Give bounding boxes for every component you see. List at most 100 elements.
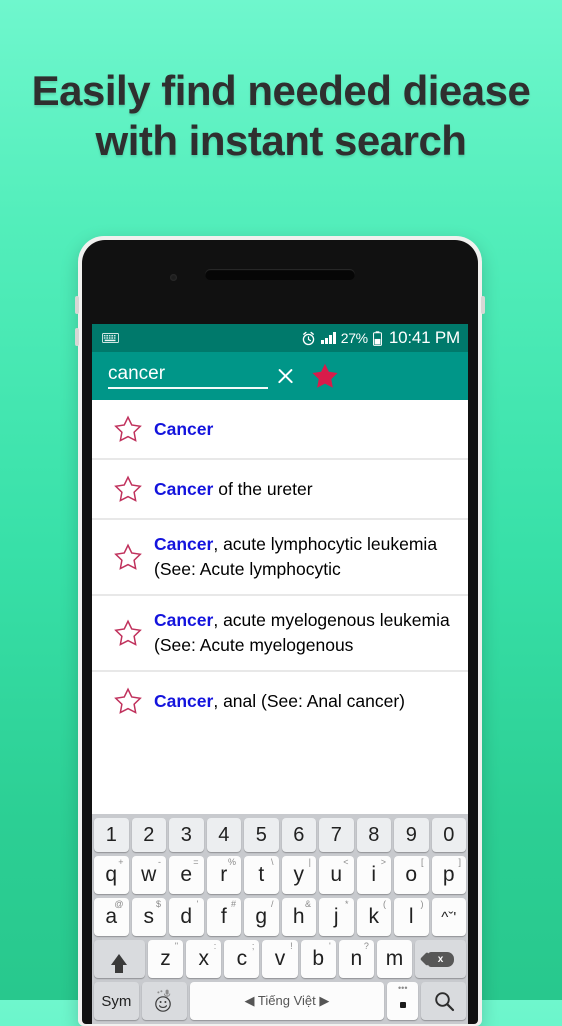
star-outline-icon[interactable] bbox=[106, 414, 150, 444]
result-label: Cancer, anal (See: Anal cancer) bbox=[150, 689, 458, 714]
result-highlight: Cancer bbox=[154, 534, 214, 554]
key-p[interactable]: ] p bbox=[431, 856, 466, 894]
phone-screen: 27% 10:41 PM cancer Cancer Cancer of the… bbox=[92, 324, 468, 1024]
key-k-label: k bbox=[368, 905, 380, 928]
emoji-mic-icon[interactable] bbox=[141, 982, 187, 1020]
key-a[interactable]: @ a bbox=[94, 898, 129, 936]
star-outline-icon[interactable] bbox=[106, 474, 150, 504]
key-f-sup: # bbox=[230, 899, 236, 909]
virtual-keyboard[interactable]: 1 2 3 4 5 6 7 8 9 0 + q -w = e % r \ t |… bbox=[92, 814, 468, 1024]
key-0[interactable]: 0 bbox=[431, 818, 466, 852]
key-h[interactable]: & h bbox=[281, 898, 316, 936]
key-x-label: x bbox=[198, 947, 209, 970]
key-v[interactable]: ! v bbox=[262, 940, 298, 978]
table-row[interactable]: Cancer, acute myelogenous leukemia (See:… bbox=[92, 596, 468, 670]
key-6[interactable]: 6 bbox=[281, 818, 316, 852]
key-o-label: o bbox=[405, 863, 418, 886]
shift-arrow-icon[interactable] bbox=[93, 940, 145, 978]
key-z[interactable]: " z bbox=[147, 940, 184, 978]
table-row[interactable]: Cancer, anal (See: Anal cancer) bbox=[92, 672, 468, 730]
key-e-sup: = bbox=[193, 857, 199, 867]
key-r[interactable]: % r bbox=[206, 856, 241, 894]
key-r-sup: % bbox=[227, 857, 236, 867]
key-t[interactable]: \ t bbox=[244, 856, 279, 894]
key-i-label: i bbox=[371, 863, 377, 886]
search-icon[interactable] bbox=[421, 982, 467, 1020]
signal-bars-icon bbox=[320, 332, 336, 344]
key-diacritics[interactable]: ^ˇ' bbox=[431, 898, 466, 936]
key-period-sup: ••• bbox=[398, 983, 408, 993]
key-9[interactable]: 9 bbox=[394, 818, 429, 852]
key-g-label: g bbox=[255, 905, 268, 928]
key-i-sup: > bbox=[380, 857, 386, 867]
key-f[interactable]: # f bbox=[206, 898, 241, 936]
table-row[interactable]: Cancer, acute lymphocytic leukemia (See:… bbox=[92, 520, 468, 594]
star-outline-icon[interactable] bbox=[106, 542, 150, 572]
backspace-glyph: x bbox=[427, 951, 454, 967]
key-2[interactable]: 2 bbox=[131, 818, 166, 852]
key-q[interactable]: + q bbox=[94, 856, 129, 894]
star-outline-icon[interactable] bbox=[106, 618, 150, 648]
key-n[interactable]: ? n bbox=[338, 940, 374, 978]
key-w[interactable]: -w bbox=[131, 856, 166, 894]
key-v-label: v bbox=[274, 947, 286, 970]
key-x[interactable]: :x bbox=[186, 940, 222, 978]
key-b[interactable]: ' b bbox=[300, 940, 336, 978]
key-l-sup: ) bbox=[420, 899, 424, 909]
key-3[interactable]: 3 bbox=[169, 818, 204, 852]
key-e[interactable]: = e bbox=[169, 856, 204, 894]
key-7[interactable]: 7 bbox=[319, 818, 354, 852]
key-r-label: r bbox=[220, 863, 228, 886]
key-u[interactable]: < u bbox=[319, 856, 354, 894]
backspace-icon[interactable]: x bbox=[415, 940, 467, 978]
key-i[interactable]: > i bbox=[356, 856, 391, 894]
key-j[interactable]: * j bbox=[319, 898, 354, 936]
star-outline-icon[interactable] bbox=[106, 686, 150, 716]
key-s[interactable]: $ s bbox=[131, 898, 166, 936]
key-l[interactable]: ) l bbox=[394, 898, 429, 936]
key-c[interactable]: ; c bbox=[224, 940, 260, 978]
key-period[interactable]: ••• bbox=[387, 982, 419, 1020]
table-row[interactable]: Cancer bbox=[92, 400, 468, 458]
keyboard-row-1: + q -w = e % r \ t | y < u > i [o ] p bbox=[94, 856, 466, 894]
result-label: Cancer, acute myelogenous leukemia (See:… bbox=[150, 608, 458, 658]
result-highlight: Cancer bbox=[154, 610, 214, 630]
spacebar[interactable]: ◀ Tiếng Việt ▶ bbox=[189, 982, 385, 1020]
key-g[interactable]: / g bbox=[244, 898, 279, 936]
star-filled-icon[interactable] bbox=[310, 361, 340, 391]
key-c-label: c bbox=[236, 947, 248, 970]
result-highlight: Cancer bbox=[154, 418, 214, 439]
key-z-sup: " bbox=[174, 941, 179, 951]
key-8[interactable]: 8 bbox=[356, 818, 391, 852]
key-4[interactable]: 4 bbox=[206, 818, 241, 852]
key-l-label: l bbox=[408, 905, 414, 928]
key-5[interactable]: 5 bbox=[244, 818, 279, 852]
key-z-label: z bbox=[160, 947, 171, 970]
key-m[interactable]: m bbox=[376, 940, 413, 978]
key-b-label: b bbox=[312, 947, 324, 970]
power-button[interactable] bbox=[481, 296, 485, 314]
result-highlight: Cancer bbox=[154, 478, 214, 499]
search-input[interactable]: cancer bbox=[108, 363, 268, 389]
volume-down-button[interactable] bbox=[75, 328, 79, 346]
key-n-label: n bbox=[350, 947, 363, 970]
key-h-sup: & bbox=[304, 899, 311, 909]
key-h-label: h bbox=[292, 905, 305, 928]
key-d[interactable]: ' d bbox=[169, 898, 204, 936]
result-highlight: Cancer bbox=[154, 690, 214, 711]
result-rest: of the ureter bbox=[213, 478, 313, 499]
key-s-sup: $ bbox=[155, 899, 161, 909]
key-o[interactable]: [o bbox=[394, 856, 429, 894]
result-label: Cancer of the ureter bbox=[150, 477, 458, 502]
table-row[interactable]: Cancer of the ureter bbox=[92, 460, 468, 518]
key-1[interactable]: 1 bbox=[94, 818, 129, 852]
key-s-label: s bbox=[143, 905, 155, 928]
key-a-sup: @ bbox=[114, 899, 124, 909]
key-k[interactable]: (k bbox=[356, 898, 391, 936]
earpiece-speaker bbox=[205, 269, 355, 280]
search-results-list[interactable]: Cancer Cancer of the ureter Cancer, acut… bbox=[92, 400, 468, 730]
volume-up-button[interactable] bbox=[75, 296, 79, 314]
symbols-key[interactable]: Sym bbox=[94, 982, 139, 1020]
key-y[interactable]: | y bbox=[281, 856, 316, 894]
close-icon[interactable] bbox=[268, 359, 302, 393]
